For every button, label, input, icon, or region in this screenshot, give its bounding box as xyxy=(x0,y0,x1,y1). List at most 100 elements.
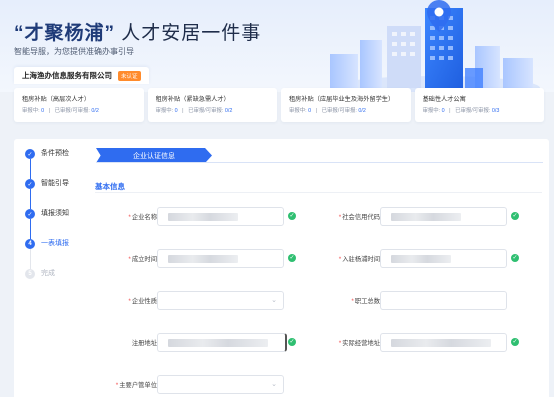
policy-card-stats: 审报中: 0 | 已审报/可审报: 0/3 xyxy=(422,108,500,114)
company-name-label: 企业名称 xyxy=(131,214,157,221)
reported-label: 已审报/可审报: xyxy=(321,108,357,114)
settle-time-field[interactable] xyxy=(380,249,507,268)
policy-card-title: 基础性人才公寓 xyxy=(422,96,466,103)
reg-address-label: 注册地址 xyxy=(131,340,157,347)
step-item[interactable]: ✓ 填报须知 xyxy=(25,209,93,239)
redacted-value xyxy=(168,339,268,347)
pending-count: 0 xyxy=(441,108,445,114)
required-mark: * xyxy=(128,298,131,305)
step-indicator: ✓ 条件预检 ✓ 智能引导 ✓ 填报须知 4 一表填报 5 完成 xyxy=(25,149,93,299)
redacted-value xyxy=(391,339,491,347)
section-heading: 基本信息 xyxy=(95,182,125,191)
credit-code-row: *社会信用代码 xyxy=(314,207,380,226)
policy-card-stats: 审报中: 0 | 已审报/可审报: 0/2 xyxy=(289,108,366,114)
settle-time-label: 入驻杨浦时间 xyxy=(342,256,380,263)
employee-count-field[interactable] xyxy=(380,291,507,310)
brand-title: “才聚杨浦” xyxy=(14,23,116,44)
policy-card-stats: 审报中: 0 | 已审报/可审报: 0/2 xyxy=(155,108,233,114)
policy-card[interactable]: 基础性人才公寓 审报中: 0 | 已审报/可审报: 0/3 xyxy=(414,88,544,122)
policy-card-title: 租房补贴（紧缺急需人才） xyxy=(155,96,230,103)
settle-time-row: *入驻杨浦时间 xyxy=(314,249,380,268)
op-address-field[interactable] xyxy=(380,333,507,352)
field-label: *社会信用代码 xyxy=(339,212,380,221)
redacted-value xyxy=(391,213,461,221)
employee-count-label: 职工总数 xyxy=(354,298,380,305)
pending-count: 0 xyxy=(41,108,45,114)
field-label: *成立时间 xyxy=(128,254,157,263)
op-address-label: 实际经营地址 xyxy=(342,340,380,347)
employee-count-row: *职工总数 xyxy=(314,291,380,310)
step-label: 条件预检 xyxy=(41,150,69,157)
check-circle-icon: ✓ xyxy=(511,338,519,346)
required-mark: * xyxy=(115,382,119,389)
reg-address-field[interactable] xyxy=(157,333,287,352)
policy-card[interactable]: 租房补贴（应届毕业生及海外留学生） 审报中: 0 | 已审报/可审报: 0/2 xyxy=(281,88,411,122)
chevron-down-icon: ⌄ xyxy=(271,381,277,388)
reported-label: 已审报/可审报: xyxy=(54,108,90,114)
company-tab[interactable]: 上海渔办信息服务有限公司 未认证 xyxy=(14,67,149,84)
heading-divider xyxy=(95,192,542,193)
required-mark: * xyxy=(128,256,131,263)
form-panel: ✓ 条件预检 ✓ 智能引导 ✓ 填报须知 4 一表填报 5 完成 企业认证信息 … xyxy=(14,139,549,397)
reported-count: 0/2 xyxy=(224,108,233,114)
redacted-value xyxy=(391,255,451,263)
field-label: *主要户管单位 xyxy=(116,380,157,389)
check-circle-icon: ✓ xyxy=(288,338,296,346)
field-label: 注册地址 xyxy=(132,338,157,347)
title-rest: 人才安居一件事 xyxy=(121,23,262,44)
required-mark: * xyxy=(338,256,342,263)
required-mark: * xyxy=(338,214,342,221)
field-label: *入驻杨浦时间 xyxy=(339,254,380,263)
hero-banner: “才聚杨浦” 人才安居一件事 智能导服，为您提供准确办事引导 上海渔办信息服务有… xyxy=(0,0,554,92)
section-divider xyxy=(96,162,543,163)
step-number: 5 xyxy=(25,269,35,279)
required-mark: * xyxy=(128,214,131,221)
op-address-row: *实际经营地址 xyxy=(314,333,380,352)
check-icon: ✓ xyxy=(25,179,35,189)
pending-label: 审报中: xyxy=(22,108,40,114)
check-circle-icon: ✓ xyxy=(288,212,296,220)
company-name-row: *企业名称 xyxy=(95,207,157,226)
credit-code-label: 社会信用代码 xyxy=(342,214,380,221)
reported-count: 0/2 xyxy=(91,108,99,114)
established-date-field[interactable] xyxy=(157,249,284,268)
page-title: “才聚杨浦” 人才安居一件事 xyxy=(14,18,261,45)
step-item[interactable]: 5 完成 xyxy=(25,269,93,299)
policy-card-title: 租房补贴（高层次人才） xyxy=(22,96,91,103)
field-label: *企业性质 xyxy=(128,296,157,305)
field-label: *实际经营地址 xyxy=(339,338,380,347)
reported-label: 已审报/可审报: xyxy=(455,108,491,114)
status-badge: 未认证 xyxy=(118,70,141,81)
step-connector xyxy=(29,249,31,269)
step-label: 填报须知 xyxy=(41,210,69,217)
step-item-active[interactable]: 4 一表填报 xyxy=(25,239,93,269)
chevron-down-icon: ⌄ xyxy=(271,297,277,304)
city-buildings-illustration xyxy=(330,0,540,92)
reported-count: 0/3 xyxy=(491,108,500,114)
pending-label: 审报中: xyxy=(289,108,307,114)
established-row: *成立时间 xyxy=(95,249,157,268)
supervisor-select[interactable]: ⌄ xyxy=(157,375,284,394)
reported-label: 已审报/可审报: xyxy=(188,108,224,114)
field-label: *企业名称 xyxy=(128,212,157,221)
company-nature-select[interactable]: ⌄ xyxy=(157,291,284,310)
page-subtitle: 智能导服，为您提供准确办事引导 xyxy=(14,47,134,56)
policy-card[interactable]: 租房补贴（紧缺急需人才） 审报中: 0 | 已审报/可审报: 0/2 xyxy=(147,88,277,122)
step-label: 智能引导 xyxy=(41,180,69,187)
supervisor-label: 主要户管单位 xyxy=(119,382,157,389)
company-nature-row: *企业性质 xyxy=(95,291,157,310)
pending-count: 0 xyxy=(174,108,178,114)
credit-code-field[interactable] xyxy=(380,207,507,226)
check-circle-icon: ✓ xyxy=(288,254,296,262)
redacted-value xyxy=(168,213,238,221)
company-name: 上海渔办信息服务有限公司 xyxy=(22,71,112,80)
step-label: 完成 xyxy=(41,270,55,277)
field-label: *职工总数 xyxy=(351,296,380,305)
company-name-field[interactable] xyxy=(157,207,284,226)
required-mark: * xyxy=(351,298,354,305)
step-item[interactable]: ✓ 条件预检 xyxy=(25,149,93,179)
step-item[interactable]: ✓ 智能引导 xyxy=(25,179,93,209)
policy-card[interactable]: 租房补贴（高层次人才） 审报中: 0 | 已审报/可审报: 0/2 xyxy=(14,88,144,122)
policy-card-stats: 审报中: 0 | 已审报/可审报: 0/2 xyxy=(22,108,99,114)
company-nature-label: 企业性质 xyxy=(131,298,157,305)
